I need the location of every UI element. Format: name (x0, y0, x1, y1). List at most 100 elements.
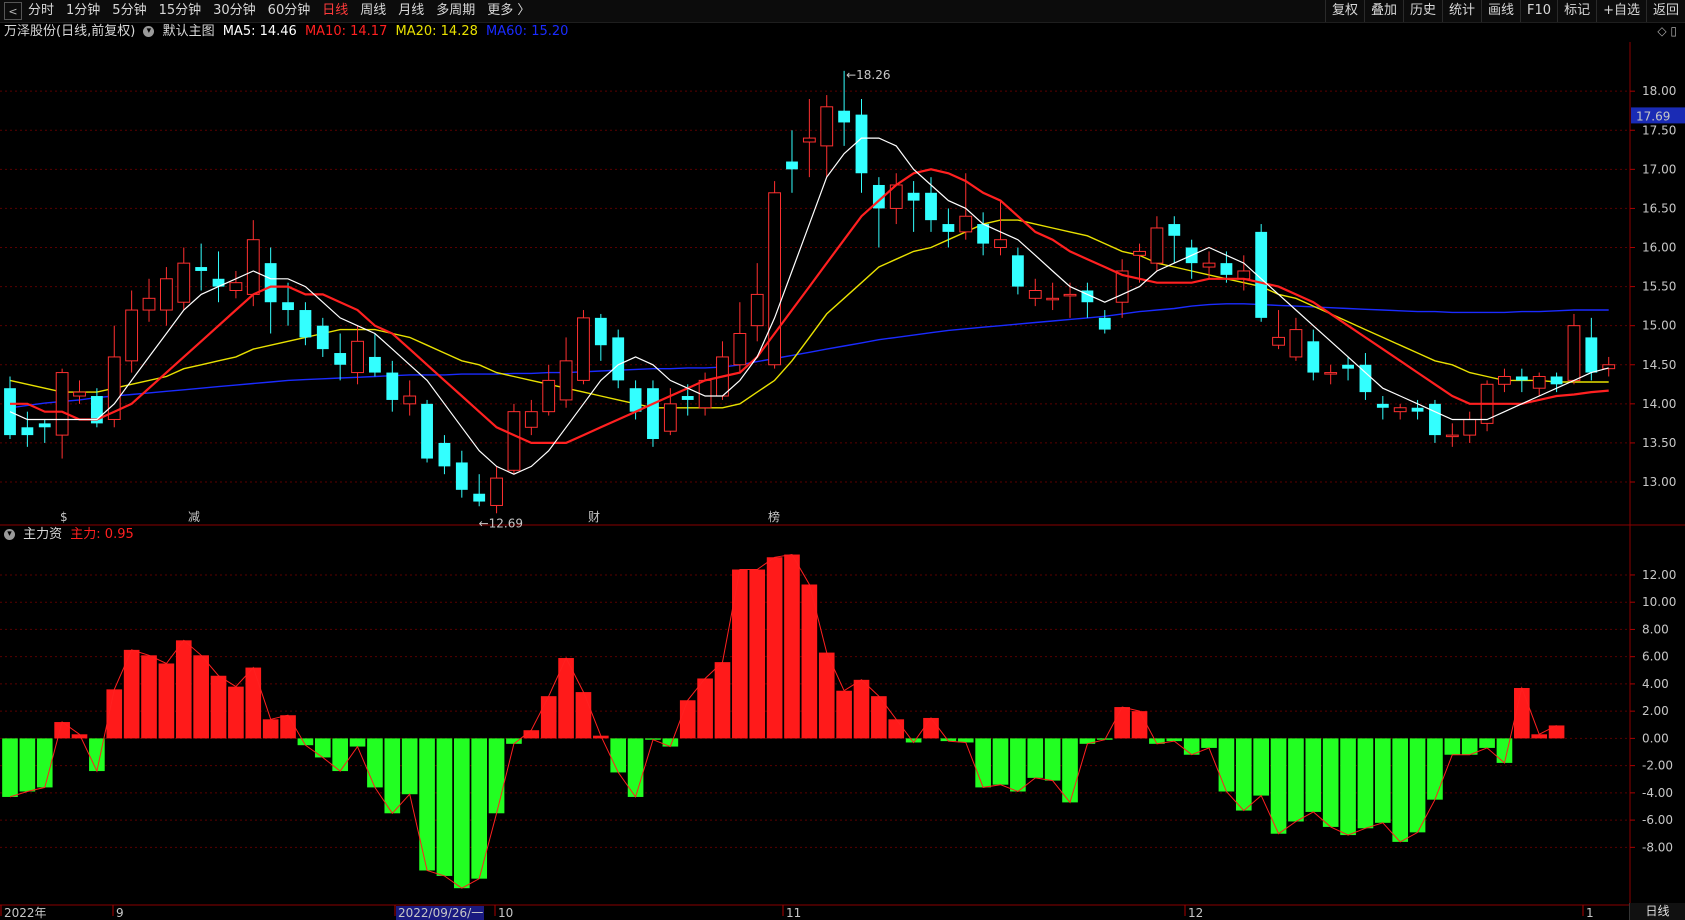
candle-body (524, 411, 538, 428)
price-tick-label: 16.50 (1642, 201, 1676, 215)
fund-bar (2, 738, 18, 797)
candle-body (246, 239, 260, 295)
price-tick-label: 14.50 (1642, 358, 1676, 372)
date-tick-label: 9 (116, 906, 124, 920)
candle-body (1202, 262, 1216, 268)
fund-bar (1409, 738, 1426, 833)
indicator-tick-label: 6.00 (1642, 650, 1669, 664)
fund-bar (1479, 738, 1495, 748)
fund-bar (158, 663, 175, 739)
fund-bar (488, 738, 505, 814)
candle-body (229, 282, 243, 291)
event-marker: 榜 (768, 509, 780, 524)
candle-body (21, 427, 34, 436)
fund-bar (697, 678, 713, 739)
candle-body (159, 278, 173, 311)
candle-body (1532, 375, 1546, 389)
candle-body (316, 325, 329, 350)
fund-bar (679, 700, 696, 739)
candle-body (1445, 434, 1459, 438)
candle-body (594, 317, 607, 346)
candle-body (1342, 364, 1354, 369)
fund-bar (419, 738, 435, 871)
indicator-tick-label: -6.00 (1642, 813, 1673, 827)
fund-bar (1270, 738, 1287, 834)
indicator-tick-label: 10.00 (1642, 595, 1676, 609)
candle-body (542, 379, 556, 413)
fund-bar (975, 738, 991, 788)
candle-body (802, 137, 816, 143)
fund-bar (210, 675, 227, 739)
candle-body (925, 192, 937, 221)
ma5-line (9, 137, 1609, 475)
candle-body (369, 356, 381, 373)
candle-body (855, 114, 868, 174)
indicator-tick-label: 8.00 (1642, 622, 1669, 636)
candle-body (786, 161, 798, 170)
fund-bar (575, 692, 592, 739)
indicator-tick-label: -4.00 (1642, 786, 1673, 800)
fund-bar (732, 569, 748, 739)
date-tick-label: 1 (1586, 906, 1594, 920)
fund-bar (54, 722, 70, 739)
fund-bar (228, 686, 244, 739)
fund-bar (1027, 738, 1044, 778)
fund-bar (1357, 738, 1374, 829)
chart-canvas[interactable]: 18.0017.5017.0016.5016.0015.5015.0014.50… (0, 0, 1685, 920)
candle-body (1237, 270, 1251, 280)
fund-bar (1114, 707, 1130, 739)
price-tick-label: 17.00 (1642, 162, 1676, 176)
candle-body (142, 297, 156, 311)
price-tick-label: 16.00 (1642, 241, 1676, 255)
candle-body (55, 372, 69, 436)
fund-bar (384, 738, 401, 814)
candle-body (421, 403, 433, 459)
fund-bar (784, 554, 800, 739)
candle-body (177, 262, 191, 303)
candle-body (490, 477, 503, 506)
candle-body (577, 317, 590, 381)
candle-body (750, 293, 764, 327)
candle-body (1376, 403, 1389, 408)
candle-body (838, 110, 851, 123)
fund-bar (1444, 738, 1461, 755)
candle-body (299, 310, 312, 338)
fund-bar (1305, 738, 1322, 812)
fund-bar (1340, 738, 1356, 836)
ma60-line (9, 303, 1609, 409)
candle-body (1515, 376, 1528, 381)
price-tick-label: 13.50 (1642, 436, 1676, 450)
candle-body (559, 360, 573, 401)
fund-bar (1531, 734, 1548, 739)
indicator-tick-label: -8.00 (1642, 840, 1673, 854)
candle-body (1028, 290, 1042, 299)
fund-bar (836, 690, 852, 739)
candle-body (1550, 376, 1563, 385)
fund-bar (141, 655, 157, 739)
indicator-tick-label: 4.00 (1642, 677, 1669, 691)
price-tick-label: 17.50 (1642, 123, 1676, 137)
ma10-line (10, 168, 1609, 444)
candle-body (212, 278, 225, 287)
fund-bar (314, 738, 331, 758)
indicator-tick-label: 2.00 (1642, 704, 1669, 718)
fund-bar (610, 738, 627, 773)
candle-body (1393, 407, 1407, 413)
candle-body (733, 332, 747, 366)
fund-bar (853, 679, 870, 739)
candle-body (1098, 317, 1111, 330)
price-tick-label: 18.00 (1642, 84, 1676, 98)
candle-body (1133, 250, 1146, 256)
fund-bar (453, 738, 470, 889)
candle-body (994, 239, 1007, 249)
fund-bar (1062, 738, 1078, 803)
candle-body (681, 396, 694, 400)
fund-bar (280, 715, 296, 739)
candle-body (1150, 227, 1164, 264)
candle-body (386, 372, 399, 400)
period-indicator-tab[interactable]: 日线 (1629, 903, 1685, 920)
candle-body (663, 403, 677, 432)
fund-bar (1131, 711, 1148, 739)
candle-body (1063, 293, 1077, 297)
fund-bar (1235, 738, 1252, 811)
